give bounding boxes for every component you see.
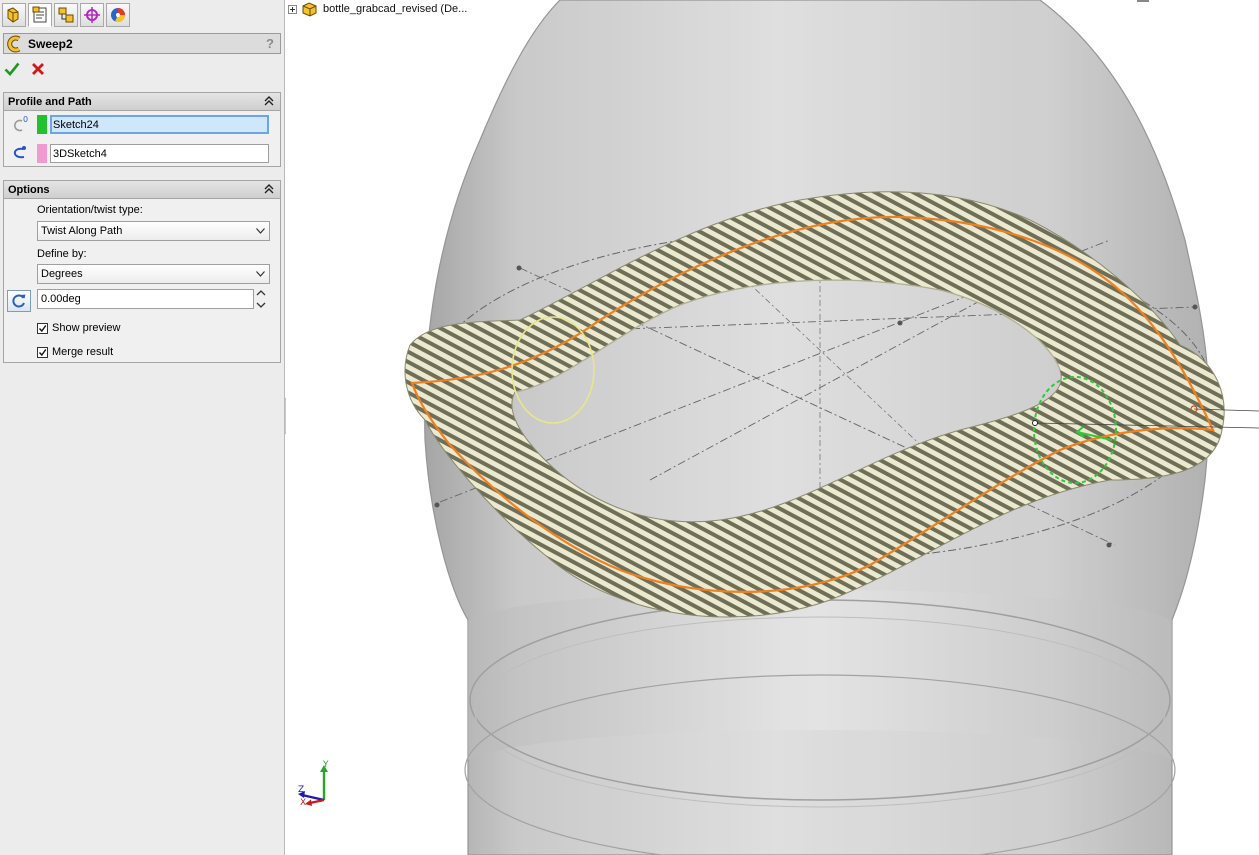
appearance-pie-icon xyxy=(111,8,126,23)
chevron-down-icon xyxy=(256,228,265,234)
orientation-dropdown[interactable]: Twist Along Path xyxy=(37,221,270,241)
flyout-featuremanager-root[interactable]: bottle_grabcad_revised (De... xyxy=(288,1,467,17)
spin-up-icon[interactable] xyxy=(256,289,266,297)
chevron-down-icon xyxy=(256,271,265,277)
featuremanager-tab[interactable] xyxy=(2,3,26,27)
profile-circle-icon: 0 xyxy=(14,115,28,132)
rotate-arrow-icon xyxy=(12,294,26,308)
ok-cancel-bar xyxy=(4,61,46,77)
path-curve-icon xyxy=(13,146,26,159)
checkmark-icon xyxy=(38,324,47,332)
profile-selection-box[interactable]: Sketch24 xyxy=(50,114,269,134)
sketch-point xyxy=(897,320,903,326)
define-by-value: Degrees xyxy=(41,268,83,280)
dimxpert-crosshair-icon xyxy=(84,7,100,23)
reverse-direction-button[interactable] xyxy=(7,290,31,312)
part-icon xyxy=(302,2,317,17)
path-color-swatch xyxy=(37,143,47,163)
feature-header: Sweep2 ? xyxy=(3,33,281,54)
profile-row: 0 Sketch24 xyxy=(8,114,269,134)
propertymanager-tab[interactable] xyxy=(28,3,52,27)
collapse-up-icon[interactable] xyxy=(263,183,275,195)
dimxpert-tab[interactable] xyxy=(80,3,104,27)
model-view[interactable] xyxy=(286,0,1259,855)
profile-color-swatch xyxy=(37,114,47,134)
tree-item-label: bottle_grabcad_revised (De... xyxy=(323,3,468,15)
cancel-button[interactable] xyxy=(30,61,46,77)
merge-result-label: Merge result xyxy=(52,346,114,358)
orientation-value: Twist Along Path xyxy=(41,225,123,237)
profile-and-path-title: Profile and Path xyxy=(8,95,92,108)
profile-and-path-group: Profile and Path 0 Sketch24 3DSketch4 xyxy=(3,92,281,167)
options-header[interactable]: Options xyxy=(4,181,280,199)
manager-tabs xyxy=(2,3,130,27)
spin-down-icon[interactable] xyxy=(256,301,266,309)
viewport-corner-handle[interactable] xyxy=(1137,0,1149,2)
options-title: Options xyxy=(8,183,50,196)
orientation-label: Orientation/twist type: xyxy=(37,204,143,216)
help-button[interactable]: ? xyxy=(266,36,274,51)
profile-and-path-header[interactable]: Profile and Path xyxy=(4,93,280,111)
sketch-point xyxy=(434,502,440,508)
display-manager-tab[interactable] xyxy=(106,3,130,27)
path-row: 3DSketch4 xyxy=(8,143,269,163)
show-preview-checkbox[interactable] xyxy=(37,322,48,334)
feature-title: Sweep2 xyxy=(28,36,73,51)
property-sheet-icon xyxy=(32,6,47,23)
define-by-dropdown[interactable]: Degrees xyxy=(37,264,270,284)
sweep-feature-icon xyxy=(7,35,21,52)
path-selection-box[interactable]: 3DSketch4 xyxy=(50,143,269,163)
ok-button[interactable] xyxy=(4,61,20,77)
reference-triad[interactable] xyxy=(296,760,336,806)
merge-result-checkbox[interactable] xyxy=(37,346,48,358)
graphics-viewport[interactable] xyxy=(286,0,1259,855)
merge-result-checkbox-row[interactable]: Merge result xyxy=(37,346,113,358)
show-preview-label: Show preview xyxy=(52,322,121,334)
sketch-point xyxy=(516,265,522,271)
property-manager-panel: Sweep2 ? Profile and Path 0 Sketch24 3DS… xyxy=(0,0,285,855)
profile-endpoint xyxy=(1032,420,1038,426)
sketch-point xyxy=(1106,542,1112,548)
define-by-label: Define by: xyxy=(37,248,87,260)
collapse-up-icon[interactable] xyxy=(263,95,275,107)
twist-angle-input[interactable]: 0.00deg xyxy=(37,289,254,309)
angle-spinner[interactable] xyxy=(256,289,269,309)
checkmark-icon xyxy=(38,348,47,356)
sketch-point xyxy=(1192,304,1198,310)
svg-text:0: 0 xyxy=(23,115,28,124)
configuration-icon xyxy=(58,7,74,23)
feature-tree-icon xyxy=(7,7,19,23)
options-group: Options Orientation/twist type: Twist Al… xyxy=(3,180,281,363)
expand-plus-icon[interactable] xyxy=(288,4,297,14)
configurationmanager-tab[interactable] xyxy=(54,3,78,27)
show-preview-checkbox-row[interactable]: Show preview xyxy=(37,322,120,334)
